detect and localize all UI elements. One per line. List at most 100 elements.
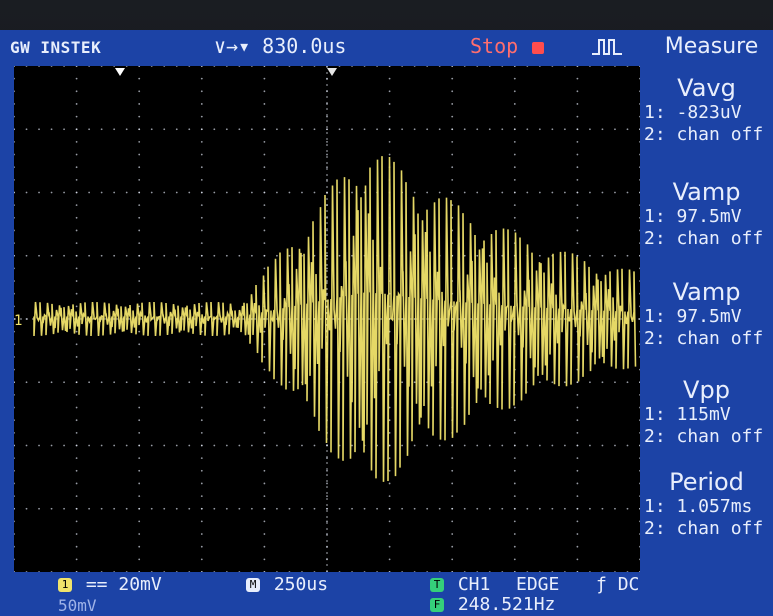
run-stop-status[interactable]: Stop [470,34,545,58]
grid-dot [75,495,78,497]
grid-dot [200,242,203,245]
grid-dot [125,191,128,194]
grid-dot [150,444,153,447]
grid-dot [200,444,203,447]
grid-dot [38,381,40,384]
grid-dot [326,280,328,282]
grid-dot [501,65,504,67]
grid-dot [138,368,141,371]
grid-dot [75,444,78,447]
grid-dot [25,128,28,131]
measure-block[interactable]: Period 1: 1.057ms 2: chan off [640,466,773,540]
grid-dot [639,368,641,371]
grid-dot [263,216,266,219]
grid-dot [75,178,78,181]
grid-dot [188,191,191,194]
grid-dot [388,115,391,118]
grid-dot [263,457,266,460]
grid-dot [200,356,203,358]
grid-dot [551,381,554,384]
measure-block[interactable]: Vamp 1: 97.5mV 2: chan off [640,176,773,250]
grid-dot [513,457,516,460]
grid-dot [150,381,153,384]
grid-dot [463,128,466,131]
grid-dot [150,65,153,67]
grid-dot [25,444,28,447]
grid-dot [13,545,15,548]
grid-dot [363,128,366,131]
grid-dot [263,419,266,422]
grid-dot [589,444,591,447]
measure-ch1-value: 1: 115mV [644,404,731,425]
measure-ch1-value: 1: 97.5mV [644,306,742,327]
grid-dot [100,191,103,194]
measure-block[interactable]: Vpp 1: 115mV 2: chan off [640,374,773,448]
measure-name: Period [669,468,744,496]
grid-dot [38,254,40,257]
grid-dot [451,469,454,472]
grid-dot [75,343,78,346]
grid-dot [501,128,504,131]
grid-dot [13,141,15,143]
grid-dot [75,229,78,232]
grid-dot [75,166,78,169]
grid-dot [13,191,15,194]
grid-dot [601,444,604,447]
grid-dot [301,191,303,194]
grid-dot [13,242,15,245]
grid-dot [576,115,579,118]
grid-dot [13,330,15,333]
grid-dot [338,254,341,257]
grid-dot [75,128,78,131]
grid-dot [75,368,78,371]
grid-dot [125,65,128,67]
grid-dot [263,77,266,80]
grid-dot [238,254,241,257]
ch1-scale: 1 == 20mV [58,574,162,595]
grid-dot [388,90,391,93]
grid-dot [614,444,616,447]
grid-dot [476,254,479,257]
grid-dot [150,191,153,194]
grid-dot [388,457,391,460]
grid-dot [576,444,579,447]
grid-dot [263,368,266,371]
grid-dot [138,520,141,523]
measure-tab[interactable]: Measure [650,30,773,64]
grid-dot [513,533,516,535]
grid-dot [25,381,28,384]
grid-dot [326,482,328,485]
grid-dot [576,419,579,422]
grid-dot [100,444,103,447]
grid-dot [576,381,579,384]
grid-dot [75,356,78,358]
grid-dot [263,128,266,131]
grid-dot [326,153,328,156]
grid-dot [413,381,416,384]
grid-dot [125,128,128,131]
grid-dot [138,457,141,460]
measure-block[interactable]: Vamp 1: 97.5mV 2: chan off [640,276,773,350]
grid-dot [501,507,504,510]
grid-dot [388,545,391,548]
grid-dot [589,65,591,67]
grid-dot [200,292,203,295]
measure-block[interactable]: Vavg 1: -823uV 2: chan off [640,72,773,146]
grid-dot [38,507,40,510]
grid-dot [301,65,303,67]
grid-dot [589,128,591,131]
grid-dot [50,507,53,510]
grid-dot [163,507,166,510]
grid-dot [50,381,53,384]
grid-dot [338,128,341,131]
grid-dot [13,495,15,497]
grid-dot [376,65,378,67]
grid-dot [263,343,266,346]
grid-dot [388,77,391,80]
grid-dot [138,254,141,257]
grid-dot [100,128,103,131]
grid-dot [150,254,153,257]
grid-dot [88,381,91,384]
grid-dot [38,65,40,67]
grid-dot [75,216,78,219]
